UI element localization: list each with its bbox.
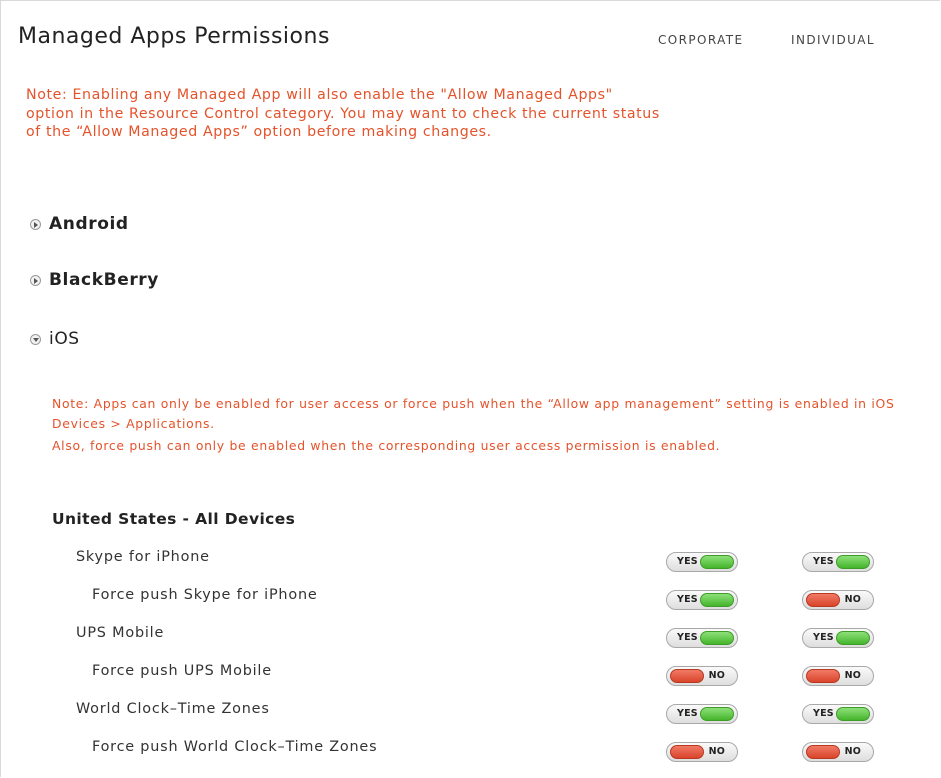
corporate-toggle[interactable]: YES [666,628,738,648]
app-row: Force push Skype for iPhone YES NO [0,581,941,611]
corporate-toggle[interactable]: YES [666,590,738,610]
managed-apps-note: Note: Enabling any Managed App will also… [26,87,660,140]
ios-note: Note: Apps can only be enabled for user … [52,394,932,456]
app-row: Force push World Clock–Time Zones NO NO [0,733,941,763]
individual-toggle[interactable]: NO [802,590,874,610]
expand-arrow-icon [30,274,41,286]
app-label: Force push World Clock–Time Zones [92,739,378,755]
app-label: World Clock–Time Zones [76,701,270,717]
app-row: Force push UPS Mobile NO NO [0,657,941,687]
individual-toggle[interactable]: YES [802,704,874,724]
collapse-arrow-icon [30,333,41,345]
corporate-toggle[interactable]: NO [666,742,738,762]
ios-note-line: Also, force push can only be enabled whe… [52,438,721,453]
app-row: Skype for iPhone YES YES [0,543,941,573]
expand-arrow-icon [30,218,41,230]
app-row: World Clock–Time Zones YES YES [0,695,941,725]
column-header-corporate: CORPORATE [658,33,744,47]
app-label: UPS Mobile [76,625,165,641]
column-header-individual: INDIVIDUAL [791,33,875,47]
individual-toggle[interactable]: NO [802,666,874,686]
section-blackberry[interactable]: BlackBerry [30,270,159,290]
group-title: United States - All Devices [52,510,296,528]
corporate-toggle[interactable]: YES [666,552,738,572]
section-label: Android [49,214,129,234]
section-label: iOS [49,329,80,349]
corporate-toggle[interactable]: NO [666,666,738,686]
individual-toggle[interactable]: NO [802,742,874,762]
page-title: Managed Apps Permissions [18,24,330,49]
app-label: Force push UPS Mobile [92,663,272,679]
section-label: BlackBerry [49,270,159,290]
section-ios[interactable]: iOS [30,329,80,349]
app-row: UPS Mobile YES YES [0,619,941,649]
section-android[interactable]: Android [30,214,129,234]
individual-toggle[interactable]: YES [802,552,874,572]
ios-note-line: Note: Apps can only be enabled for user … [52,396,895,431]
app-label: Force push Skype for iPhone [92,587,318,603]
individual-toggle[interactable]: YES [802,628,874,648]
corporate-toggle[interactable]: YES [666,704,738,724]
app-label: Skype for iPhone [76,549,210,565]
